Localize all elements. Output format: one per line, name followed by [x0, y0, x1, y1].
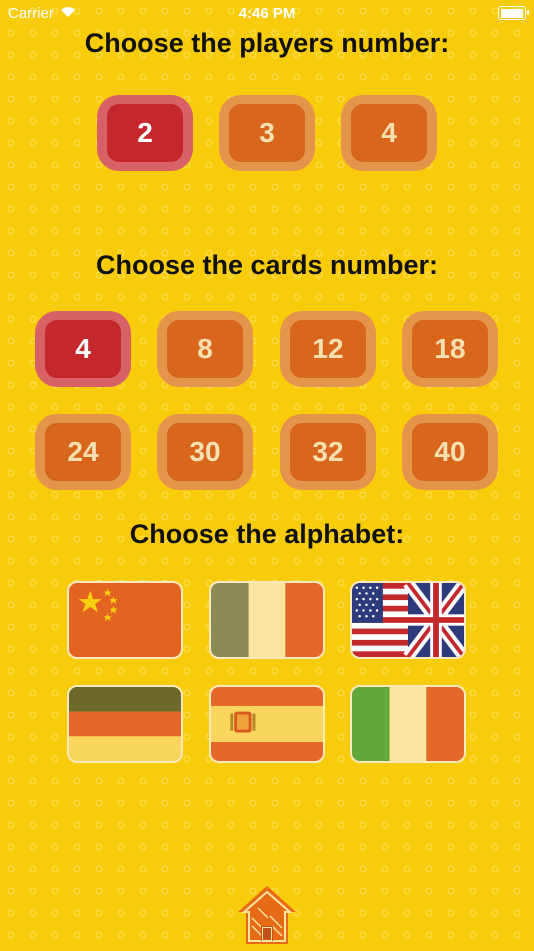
- germany-flag-button[interactable]: [67, 685, 183, 763]
- ireland-flag-icon: [211, 583, 323, 657]
- cards-option-40[interactable]: 40: [402, 414, 498, 490]
- status-bar: Carrier 4:46 PM: [0, 0, 534, 28]
- alphabet-heading: Choose the alphabet:: [129, 519, 405, 549]
- cards-option-8[interactable]: 8: [157, 311, 253, 387]
- cards-option-12[interactable]: 12: [280, 311, 376, 387]
- players-heading: Choose the players number:: [84, 28, 450, 58]
- cards-option-label: 40: [412, 423, 488, 481]
- cards-option-18[interactable]: 18: [402, 311, 498, 387]
- home-icon: [238, 886, 296, 944]
- cards-heading: Choose the cards number:: [95, 250, 439, 280]
- usa-uk-flag-icon: [352, 583, 464, 657]
- cards-option-label: 8: [167, 320, 243, 378]
- cards-option-label: 24: [45, 423, 121, 481]
- cards-option-label: 32: [290, 423, 366, 481]
- cards-option-label: 30: [167, 423, 243, 481]
- battery-icon: [498, 6, 529, 20]
- players-option-4[interactable]: 4: [341, 95, 437, 171]
- players-option-3[interactable]: 3: [219, 95, 315, 171]
- cards-option-4[interactable]: 4: [35, 311, 131, 387]
- spain-flag-icon: [211, 687, 323, 761]
- cards-option-32[interactable]: 32: [280, 414, 376, 490]
- italy-flag-icon: [352, 687, 464, 761]
- players-option-label: 2: [107, 104, 183, 162]
- players-option-label: 3: [229, 104, 305, 162]
- spain-flag-button[interactable]: [209, 685, 325, 763]
- ireland-flag-button[interactable]: [209, 581, 325, 659]
- cards-option-label: 4: [45, 320, 121, 378]
- usa-uk-flag-button[interactable]: [350, 581, 466, 659]
- china-flag-button[interactable]: [67, 581, 183, 659]
- germany-flag-icon: [69, 687, 181, 761]
- home-button[interactable]: [234, 882, 300, 946]
- players-option-label: 4: [351, 104, 427, 162]
- cards-option-24[interactable]: 24: [35, 414, 131, 490]
- cards-option-label: 12: [290, 320, 366, 378]
- cards-option-label: 18: [412, 320, 488, 378]
- cards-option-30[interactable]: 30: [157, 414, 253, 490]
- italy-flag-button[interactable]: [350, 685, 466, 763]
- players-option-2[interactable]: 2: [97, 95, 193, 171]
- status-time: 4:46 PM: [238, 5, 296, 22]
- china-flag-icon: [69, 583, 181, 657]
